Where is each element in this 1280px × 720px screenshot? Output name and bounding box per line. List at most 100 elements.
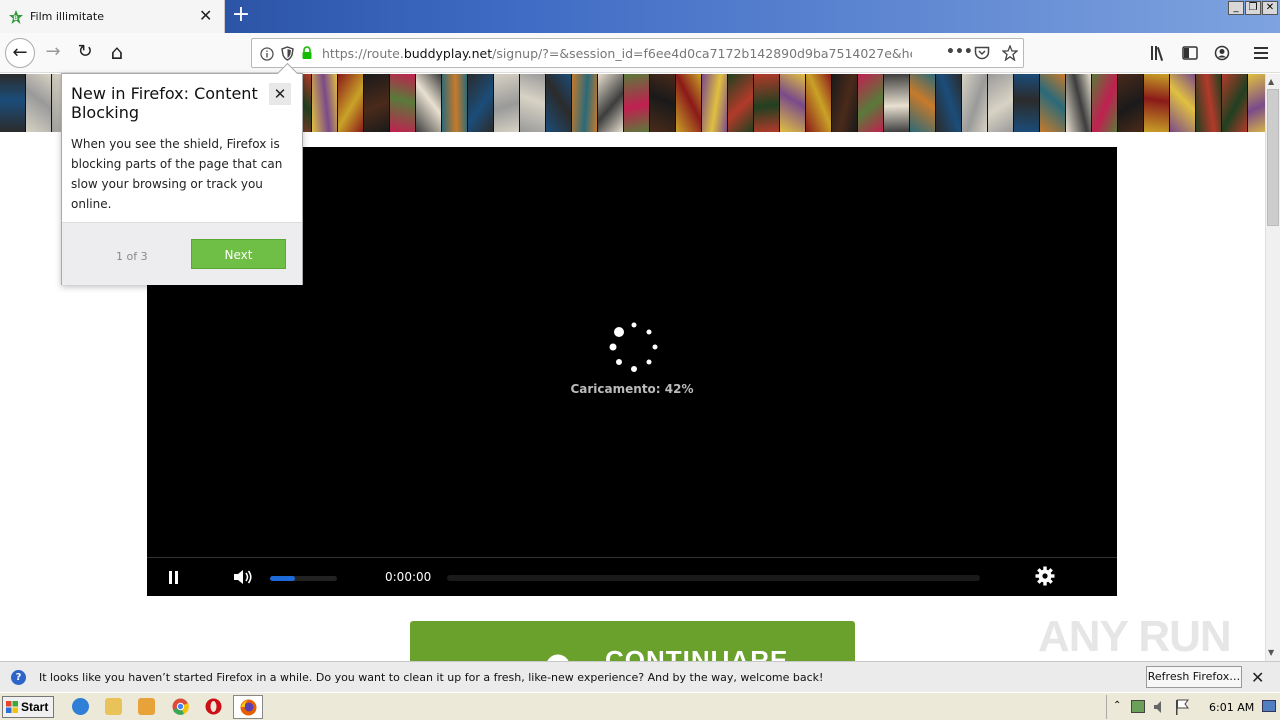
movie-poster-thumbnail (936, 74, 962, 132)
movie-poster-thumbnail (702, 74, 728, 132)
movie-poster-thumbnail (416, 74, 442, 132)
restore-button[interactable]: ❐ (1245, 1, 1261, 15)
movie-poster-thumbnail (520, 74, 546, 132)
clock: 6:01 AM (1209, 701, 1255, 714)
seek-bar[interactable] (447, 575, 980, 581)
scrollbar-thumb[interactable] (1267, 89, 1279, 226)
content-blocking-popup: New in Firefox: Content Blocking ✕ When … (61, 73, 303, 285)
movie-poster-thumbnail (572, 74, 598, 132)
site-favicon-icon: B (9, 10, 23, 24)
speaker-icon[interactable] (233, 569, 253, 585)
movie-poster-thumbnail (312, 74, 338, 132)
popup-title: New in Firefox: Content Blocking (71, 84, 258, 122)
url-text: https://route.buddyplay.net/signup/?=&se… (322, 46, 912, 61)
movie-poster-thumbnail (1248, 74, 1265, 132)
page-actions-button[interactable]: ••• (946, 44, 973, 60)
new-tab-button[interactable]: + (230, 4, 252, 28)
popup-close-button[interactable]: ✕ (269, 83, 291, 105)
movie-poster-thumbnail (1222, 74, 1248, 132)
opera-icon[interactable] (205, 698, 222, 715)
library-icon[interactable] (1150, 45, 1168, 61)
movie-poster-thumbnail (624, 74, 650, 132)
movie-poster-thumbnail (1014, 74, 1040, 132)
movie-poster-thumbnail (598, 74, 624, 132)
tab-close-icon[interactable]: ✕ (199, 7, 212, 25)
menu-icon[interactable] (1254, 46, 1268, 60)
tab-title: Film illimitate (30, 10, 104, 23)
movie-poster-thumbnail (1170, 74, 1196, 132)
anyrun-watermark: ANY RUN (1038, 612, 1232, 661)
movie-poster-thumbnail (390, 74, 416, 132)
shield-icon[interactable] (281, 46, 294, 61)
windows-logo-icon (6, 701, 18, 713)
close-window-button[interactable]: ✕ (1262, 1, 1278, 15)
url-bar[interactable]: https://route.buddyplay.net/signup/?=&se… (251, 38, 1024, 68)
bookmark-star-icon[interactable] (1002, 45, 1018, 61)
movie-poster-thumbnail (26, 74, 52, 132)
info-icon[interactable] (260, 47, 274, 61)
ie-icon[interactable] (72, 698, 89, 715)
show-desktop-icon[interactable] (1262, 700, 1276, 712)
navigation-toolbar: ← → ↻ ⌂ https://route.buddyplay.net/sign… (0, 33, 1280, 73)
popup-body: When you see the shield, Firefox is bloc… (71, 137, 283, 211)
movie-poster-thumbnail (910, 74, 936, 132)
folder-icon[interactable] (105, 698, 122, 715)
movie-poster-thumbnail (1118, 74, 1144, 132)
loading-progress-text: Caricamento: 42% (570, 382, 694, 396)
notification-close-icon[interactable]: ✕ (1251, 668, 1264, 687)
tab-film-illimitate[interactable]: B Film illimitate ✕ (0, 0, 225, 33)
pause-button[interactable] (169, 571, 179, 584)
volume-slider[interactable] (270, 576, 337, 581)
forward-button[interactable]: → (38, 38, 68, 68)
url-path: /signup/?=&session_id=f6ee4d0ca7172b1428… (492, 46, 912, 61)
system-tray: ⌃ 6:01 AM (1106, 695, 1278, 719)
refresh-firefox-button[interactable]: Refresh Firefox… (1146, 666, 1242, 688)
tray-expand-icon[interactable]: ⌃ (1113, 700, 1121, 711)
flag-icon[interactable] (1175, 699, 1189, 715)
popup-next-button[interactable]: Next (191, 239, 286, 269)
media-player-icon[interactable] (138, 698, 155, 715)
movie-poster-thumbnail (650, 74, 676, 132)
url-prefix: https://route. (322, 46, 404, 61)
movie-poster-thumbnail (988, 74, 1014, 132)
movie-poster-thumbnail (0, 74, 26, 132)
loading-spinner-icon (609, 322, 658, 372)
movie-poster-thumbnail (364, 74, 390, 132)
firefox-icon (240, 699, 257, 716)
sidebar-icon[interactable] (1182, 45, 1198, 61)
start-button[interactable]: Start (2, 696, 54, 718)
chrome-icon[interactable] (172, 698, 189, 715)
pocket-icon[interactable] (974, 46, 990, 61)
lock-icon[interactable] (301, 46, 313, 60)
network-icon[interactable] (1131, 700, 1145, 713)
movie-poster-thumbnail (1066, 74, 1092, 132)
scroll-up-icon[interactable]: ▲ (1268, 77, 1274, 86)
continue-button[interactable]: CONTINUARE (410, 621, 855, 661)
movie-poster-thumbnail (832, 74, 858, 132)
movie-poster-thumbnail (468, 74, 494, 132)
back-button[interactable]: ← (5, 38, 35, 68)
movie-poster-thumbnail (676, 74, 702, 132)
home-button[interactable]: ⌂ (102, 38, 132, 68)
movie-poster-thumbnail (1040, 74, 1066, 132)
scroll-down-icon[interactable]: ▼ (1268, 648, 1274, 657)
svg-text:B: B (14, 16, 19, 22)
vertical-scrollbar[interactable]: ▲ ▼ (1265, 74, 1280, 661)
url-domain: buddyplay.net (403, 46, 493, 61)
account-icon[interactable] (1214, 45, 1230, 61)
movie-poster-thumbnail (1144, 74, 1170, 132)
minimize-button[interactable]: _ (1228, 1, 1244, 15)
movie-poster-thumbnail (806, 74, 832, 132)
taskbar-firefox-active[interactable] (233, 695, 263, 719)
reload-button[interactable]: ↻ (70, 38, 100, 68)
volume-tray-icon[interactable] (1153, 700, 1167, 714)
start-label: Start (21, 700, 49, 714)
gear-icon[interactable] (1035, 566, 1055, 586)
popup-step-counter: 1 of 3 (116, 250, 148, 263)
movie-poster-thumbnail (494, 74, 520, 132)
windows-taskbar: Start ⌃ 6:01 AM (0, 692, 1280, 720)
tab-strip: B Film illimitate ✕ + _ ❐ ✕ (0, 0, 1280, 33)
volume-fill (270, 576, 296, 581)
movie-poster-thumbnail (546, 74, 572, 132)
popup-footer: 1 of 3 Next (62, 222, 302, 285)
